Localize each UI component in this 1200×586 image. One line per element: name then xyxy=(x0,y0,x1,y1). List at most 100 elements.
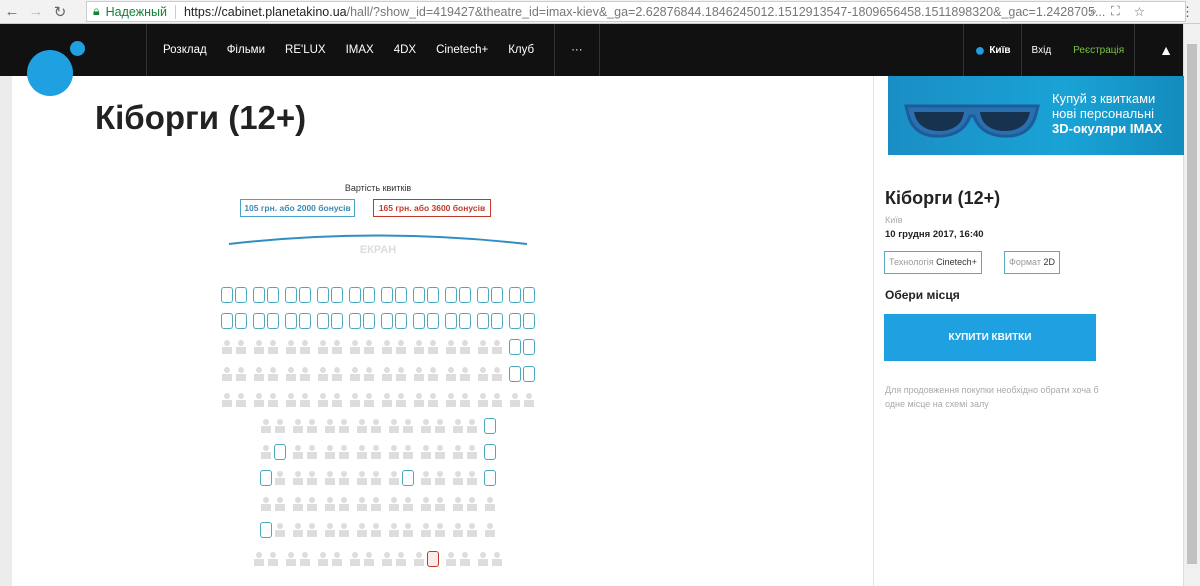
seat-available[interactable] xyxy=(509,313,521,329)
seat-occupied xyxy=(267,366,279,382)
seat-occupied xyxy=(445,392,457,408)
seat-available[interactable] xyxy=(484,418,496,434)
seat-available[interactable] xyxy=(509,366,521,382)
seat-available[interactable] xyxy=(331,313,343,329)
translate-icon[interactable]: ⛶ xyxy=(1111,4,1120,19)
seat-occupied xyxy=(420,496,432,512)
seat-available[interactable] xyxy=(491,313,503,329)
seat-available[interactable] xyxy=(317,287,329,303)
seat-available[interactable] xyxy=(235,287,247,303)
seat-available[interactable] xyxy=(484,444,496,460)
seat-available[interactable] xyxy=(331,287,343,303)
seat-available[interactable] xyxy=(427,287,439,303)
seat-available[interactable] xyxy=(445,287,457,303)
seat-available[interactable] xyxy=(349,287,361,303)
seat-available[interactable] xyxy=(235,313,247,329)
reload-icon[interactable]: ↻ xyxy=(48,3,72,21)
nav-club[interactable]: Клуб xyxy=(508,44,534,56)
seat-available[interactable] xyxy=(402,470,414,486)
seat-available[interactable] xyxy=(509,287,521,303)
nav-4dx[interactable]: 4DX xyxy=(394,44,416,56)
seat-available[interactable] xyxy=(413,313,425,329)
seat-occupied xyxy=(388,418,400,434)
seat-available[interactable] xyxy=(491,287,503,303)
seat-available[interactable] xyxy=(523,366,535,382)
seat-available[interactable] xyxy=(221,287,233,303)
seat-available[interactable] xyxy=(253,287,265,303)
seat-available[interactable] xyxy=(381,287,393,303)
nav-films[interactable]: Фільми xyxy=(227,44,265,56)
seat-available[interactable] xyxy=(523,287,535,303)
nav-schedule[interactable]: Розклад xyxy=(163,44,207,56)
seat-occupied xyxy=(434,444,446,460)
nav-more[interactable]: ··· xyxy=(554,24,583,76)
seat-available[interactable] xyxy=(459,287,471,303)
seat-available[interactable] xyxy=(221,313,233,329)
seat-available[interactable] xyxy=(299,313,311,329)
back-icon[interactable]: ← xyxy=(0,3,24,20)
city-selector[interactable]: ● Київ xyxy=(963,24,1020,76)
seat-available[interactable] xyxy=(274,444,286,460)
seat-available[interactable] xyxy=(427,313,439,329)
seat-row xyxy=(200,366,556,382)
seat-available[interactable] xyxy=(253,313,265,329)
star-icon[interactable]: ☆ xyxy=(1134,4,1145,19)
seat-available[interactable] xyxy=(484,470,496,486)
seat-occupied xyxy=(381,392,393,408)
seat-occupied xyxy=(420,470,432,486)
nav-relux[interactable]: RE'LUX xyxy=(285,44,326,56)
seat-occupied xyxy=(356,444,368,460)
forward-icon[interactable]: → xyxy=(24,3,48,20)
seat-available[interactable] xyxy=(395,313,407,329)
seat-available[interactable] xyxy=(477,313,489,329)
seat-available[interactable] xyxy=(509,339,521,355)
seat-available[interactable] xyxy=(285,313,297,329)
seat-available[interactable] xyxy=(299,287,311,303)
seat-vip[interactable] xyxy=(427,551,439,567)
seat-available[interactable] xyxy=(260,470,272,486)
seat-available[interactable] xyxy=(363,287,375,303)
seat-available[interactable] xyxy=(349,313,361,329)
seat-occupied xyxy=(466,496,478,512)
seat-available[interactable] xyxy=(267,313,279,329)
nav-imax[interactable]: IMAX xyxy=(346,44,374,56)
login-link[interactable]: Вхід xyxy=(1032,45,1052,56)
seat-occupied xyxy=(381,366,393,382)
seat-occupied xyxy=(452,496,464,512)
logo[interactable] xyxy=(27,50,73,96)
seat-occupied xyxy=(260,418,272,434)
seat-available[interactable] xyxy=(523,339,535,355)
price-standard: 105 грн. або 2000 бонусів xyxy=(240,199,355,217)
seat-occupied xyxy=(306,470,318,486)
seat-available[interactable] xyxy=(363,313,375,329)
seat-available[interactable] xyxy=(445,313,457,329)
android-icon[interactable]: ▲ xyxy=(1159,42,1173,58)
seat-occupied xyxy=(274,496,286,512)
register-link[interactable]: Реєстрація xyxy=(1073,45,1124,56)
address-bar[interactable]: 🔒︎ Надежный https://cabinet.planetakino.… xyxy=(86,1,1186,22)
seat-available[interactable] xyxy=(477,287,489,303)
seat-available[interactable] xyxy=(267,287,279,303)
zoom-icon[interactable]: ⌕ xyxy=(1090,4,1097,19)
seat-available[interactable] xyxy=(395,287,407,303)
seat-available[interactable] xyxy=(523,313,535,329)
scrollbar[interactable] xyxy=(1183,24,1200,586)
seat-occupied xyxy=(306,496,318,512)
buy-tickets-button[interactable]: КУПИТИ КВИТКИ xyxy=(884,314,1096,361)
seat-available[interactable] xyxy=(285,287,297,303)
city-label: Київ xyxy=(989,44,1011,56)
seat-available[interactable] xyxy=(459,313,471,329)
purchase-hint: Для продовження покупки необхідно обрати… xyxy=(885,385,1099,409)
movie-title: Кіборги (12+) xyxy=(885,188,1001,208)
seat-available[interactable] xyxy=(260,522,272,538)
nav-cinetech[interactable]: Cinetech+ xyxy=(436,44,488,56)
prices-title: Вартість квитків xyxy=(344,183,412,193)
seat-available[interactable] xyxy=(317,313,329,329)
menu-icon[interactable]: ⋮ xyxy=(1181,4,1194,20)
seat-available[interactable] xyxy=(413,287,425,303)
imax-glasses-banner[interactable]: Купуй з квитками нові персональні 3D-окуля… xyxy=(888,76,1184,155)
seat-occupied xyxy=(306,444,318,460)
seat-available[interactable] xyxy=(381,313,393,329)
seat-occupied xyxy=(395,392,407,408)
seat-occupied xyxy=(324,444,336,460)
